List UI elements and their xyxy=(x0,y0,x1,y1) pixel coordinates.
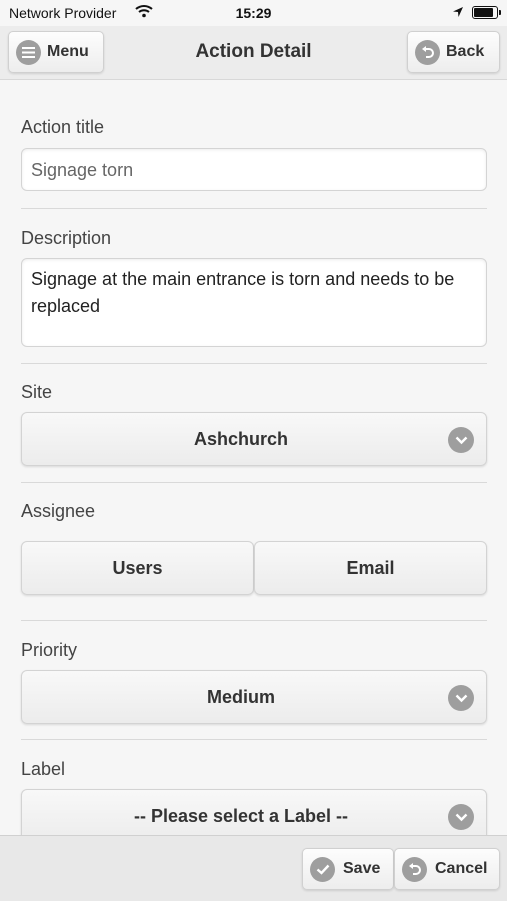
form-content: Action title Signage torn Description Si… xyxy=(0,80,507,835)
cancel-button[interactable]: Cancel xyxy=(394,848,500,890)
priority-select[interactable]: Medium xyxy=(21,670,487,724)
chevron-down-icon xyxy=(448,685,474,711)
assignee-users-button[interactable]: Users xyxy=(21,541,254,595)
site-select[interactable]: Ashchurch xyxy=(21,412,487,466)
chevron-down-icon xyxy=(448,427,474,453)
label-select-value: -- Please select a Label -- xyxy=(133,806,349,826)
back-button[interactable]: Back xyxy=(407,31,500,73)
save-button-label: Save xyxy=(343,860,381,877)
site-label: Site xyxy=(21,382,53,402)
label-field-label: Label xyxy=(21,759,66,779)
header-bar: Menu Action Detail Back xyxy=(0,26,507,80)
check-icon xyxy=(310,856,335,882)
save-button[interactable]: Save xyxy=(302,848,394,890)
divider xyxy=(21,620,487,621)
priority-label: Priority xyxy=(21,640,78,660)
chevron-down-icon xyxy=(448,804,474,830)
cancel-button-label: Cancel xyxy=(435,860,488,877)
description-label: Description xyxy=(21,228,112,248)
undo-icon xyxy=(402,856,427,882)
back-button-label: Back xyxy=(446,43,485,60)
divider xyxy=(21,482,487,483)
action-title-label: Action title xyxy=(21,117,105,137)
assignee-label: Assignee xyxy=(21,501,96,521)
priority-value: Medium xyxy=(206,687,275,707)
location-arrow-icon xyxy=(452,5,464,21)
status-time: 15:29 xyxy=(235,5,272,21)
description-textarea[interactable]: Signage at the main entrance is torn and… xyxy=(21,258,487,347)
status-bar: Network Provider 15:29 xyxy=(0,0,507,26)
action-title-placeholder: Signage torn xyxy=(31,160,134,180)
divider xyxy=(21,739,487,740)
site-value: Ashchurch xyxy=(193,429,289,449)
battery-icon xyxy=(472,6,501,19)
action-title-input[interactable]: Signage torn xyxy=(21,148,487,191)
divider xyxy=(21,208,487,209)
back-arrow-icon xyxy=(415,39,440,65)
footer-toolbar: Save Cancel xyxy=(0,835,507,901)
assignee-email-button[interactable]: Email xyxy=(254,541,487,595)
divider xyxy=(21,363,487,364)
label-select[interactable]: -- Please select a Label -- xyxy=(21,789,487,835)
